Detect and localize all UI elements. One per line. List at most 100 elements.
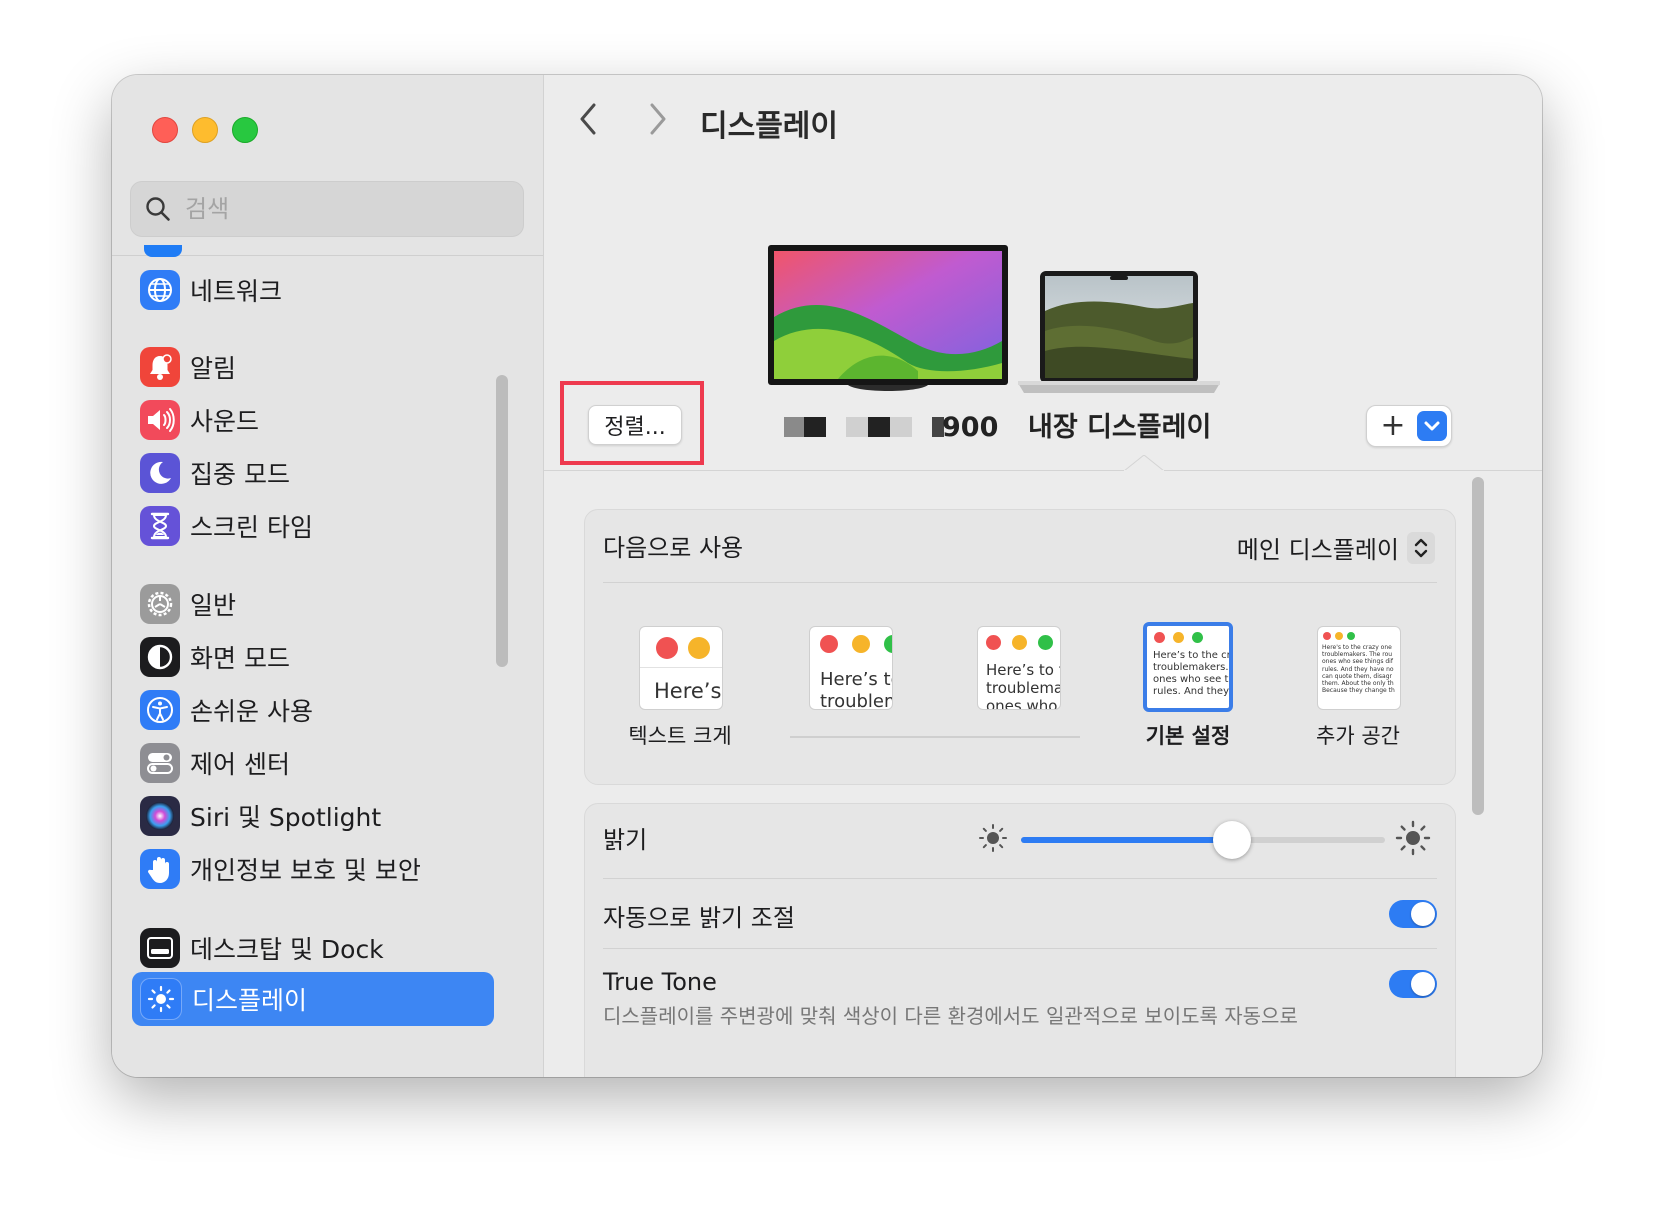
sidebar-item-sound[interactable]: 사운드 — [132, 396, 502, 444]
resolution-option-more-space[interactable]: Here's to the crazy one troublemakers. T… — [1317, 626, 1401, 710]
external-display-label: 900 — [784, 407, 998, 447]
sidebar-item-appearance[interactable]: 화면 모드 — [132, 633, 502, 681]
row-divider — [603, 582, 1437, 583]
bell-icon — [140, 347, 180, 387]
use-as-label: 다음으로 사용 — [603, 534, 744, 562]
sidebar-item-label: 네트워크 — [190, 277, 283, 306]
resolution-option-label: 기본 설정 — [1145, 724, 1231, 748]
auto-brightness-label: 자동으로 밝기 조절 — [603, 904, 795, 932]
sidebar-item-control-center[interactable]: 제어 센터 — [132, 739, 502, 787]
search-field[interactable] — [130, 181, 524, 237]
main-scrollbar[interactable] — [1472, 477, 1484, 815]
speaker-icon — [140, 400, 180, 440]
sidebar-scrollbar[interactable] — [496, 375, 508, 667]
sidebar-item-notifications[interactable]: 알림 — [132, 343, 502, 391]
display-settings-panel: 다음으로 사용 메인 디스플레이 Here’s 텍스트 크게 Here’s to… — [584, 509, 1456, 785]
resolution-preview-text: Here’s to troublem — [820, 669, 892, 710]
sidebar-item-label: 개인정보 보호 및 보안 — [190, 856, 421, 885]
resolution-option-3[interactable]: Here’s to t troublema ones who — [977, 626, 1061, 710]
sidebar: 네트워크 알림 사운드 집중 모드 스크 — [112, 75, 544, 1077]
sidebar-item-label: 화면 모드 — [190, 644, 290, 673]
sidebar-item-label: 사운드 — [190, 407, 260, 436]
true-tone-toggle[interactable] — [1389, 970, 1437, 998]
section-divider — [544, 470, 1542, 471]
resolution-track — [790, 736, 1080, 738]
sun-small-icon — [979, 824, 1007, 852]
redacted-block — [804, 417, 826, 437]
resolution-option-label: 텍스트 크게 — [628, 724, 732, 748]
sun-large-icon — [1395, 820, 1431, 856]
sidebar-item-displays[interactable]: 디스플레이 — [132, 972, 494, 1026]
true-tone-description: 디스플레이를 주변광에 맞춰 색상이 다른 환경에서도 일관적으로 보이도록 자… — [603, 1004, 1298, 1028]
partial-sidebar-icon — [144, 245, 182, 257]
search-input[interactable] — [183, 190, 507, 228]
sidebar-item-label: 알림 — [190, 354, 237, 383]
minimize-window-button[interactable] — [192, 117, 218, 143]
appearance-icon — [140, 637, 180, 677]
auto-brightness-toggle[interactable] — [1389, 900, 1437, 928]
chevron-right-icon — [650, 103, 666, 135]
sidebar-item-accessibility[interactable]: 손쉬운 사용 — [132, 686, 502, 734]
accessibility-icon — [140, 690, 180, 730]
add-display-button[interactable]: + — [1366, 405, 1452, 447]
builtin-display-thumbnail[interactable] — [1014, 271, 1224, 405]
zoom-window-button[interactable] — [232, 117, 258, 143]
resolution-preview-text: Here’s — [654, 679, 722, 703]
brightness-slider[interactable] — [1021, 821, 1385, 859]
redacted-block — [846, 417, 868, 437]
external-display-thumbnail[interactable] — [768, 245, 1008, 397]
chevron-left-icon — [580, 103, 596, 135]
sidebar-item-label: 손쉬운 사용 — [190, 697, 313, 726]
resolution-preview-text: Here's to the crazy one troublemakers. T… — [1322, 644, 1395, 695]
sidebar-item-network[interactable]: 네트워크 — [132, 266, 502, 314]
external-display-name: 900 — [942, 411, 999, 443]
back-button[interactable] — [574, 101, 602, 141]
search-icon — [146, 197, 170, 221]
resolution-option-default[interactable]: Here’s to the cr troublemakers. ones who… — [1143, 622, 1233, 712]
sidebar-item-general[interactable]: 일반 — [132, 580, 502, 628]
resolution-option-larger-text[interactable]: Here’s — [639, 626, 723, 710]
true-tone-label: True Tone — [603, 968, 717, 996]
sidebar-item-screen-time[interactable]: 스크린 타임 — [132, 502, 502, 550]
sidebar-item-siri-spotlight[interactable]: Siri 및 Spotlight — [132, 792, 502, 840]
redacted-block — [868, 417, 890, 437]
use-as-value: 메인 디스플레이 — [1236, 536, 1399, 564]
up-down-chevron-icon — [1407, 531, 1435, 564]
sidebar-item-label: 집중 모드 — [190, 460, 290, 489]
sidebar-item-desktop-dock[interactable]: 데스크탑 및 Dock — [132, 924, 502, 972]
resolution-option-2[interactable]: Here’s to troublem — [809, 626, 893, 710]
sidebar-item-label: 제어 센터 — [190, 750, 290, 779]
close-window-button[interactable] — [152, 117, 178, 143]
chevron-down-icon — [1424, 421, 1440, 431]
sidebar-item-label: Siri 및 Spotlight — [190, 803, 382, 832]
moon-icon — [140, 453, 180, 493]
row-divider — [603, 948, 1437, 949]
redacted-block — [784, 417, 804, 437]
sidebar-item-focus[interactable]: 집중 모드 — [132, 449, 502, 497]
dock-icon — [140, 928, 180, 968]
resolution-option-label: 추가 공간 — [1316, 724, 1400, 748]
control-center-icon — [140, 743, 180, 783]
brightness-label: 밝기 — [603, 826, 648, 854]
sidebar-item-label: 데스크탑 및 Dock — [190, 935, 384, 964]
brightness-slider-fill — [1021, 837, 1233, 843]
sun-icon — [140, 978, 182, 1020]
use-as-select[interactable]: 메인 디스플레이 — [1237, 530, 1435, 565]
sidebar-item-privacy-security[interactable]: 개인정보 보호 및 보안 — [132, 845, 502, 893]
globe-icon — [140, 270, 180, 310]
sidebar-item-label: 디스플레이 — [192, 986, 308, 1015]
resolution-preview-text: Here’s to t troublema ones who — [986, 661, 1061, 710]
brightness-panel: 밝기 자동으로 밝기 조절 True Tone 디스플레이를 주변광에 맞춰 색… — [584, 803, 1456, 1077]
brightness-slider-thumb[interactable] — [1213, 821, 1252, 859]
selection-notch — [1124, 455, 1164, 472]
add-display-dropdown[interactable] — [1417, 411, 1447, 441]
builtin-display-label: 내장 디스플레이 — [1028, 412, 1212, 443]
resolution-preview-text: Here’s to the cr troublemakers. ones who… — [1153, 650, 1231, 697]
redacted-block — [890, 417, 912, 437]
siri-icon — [140, 796, 180, 836]
settings-window: 네트워크 알림 사운드 집중 모드 스크 — [112, 75, 1542, 1077]
forward-button[interactable] — [644, 101, 672, 141]
hourglass-icon — [140, 506, 180, 546]
sidebar-item-label: 일반 — [190, 591, 237, 620]
arrange-button[interactable]: 정렬... — [588, 405, 682, 445]
